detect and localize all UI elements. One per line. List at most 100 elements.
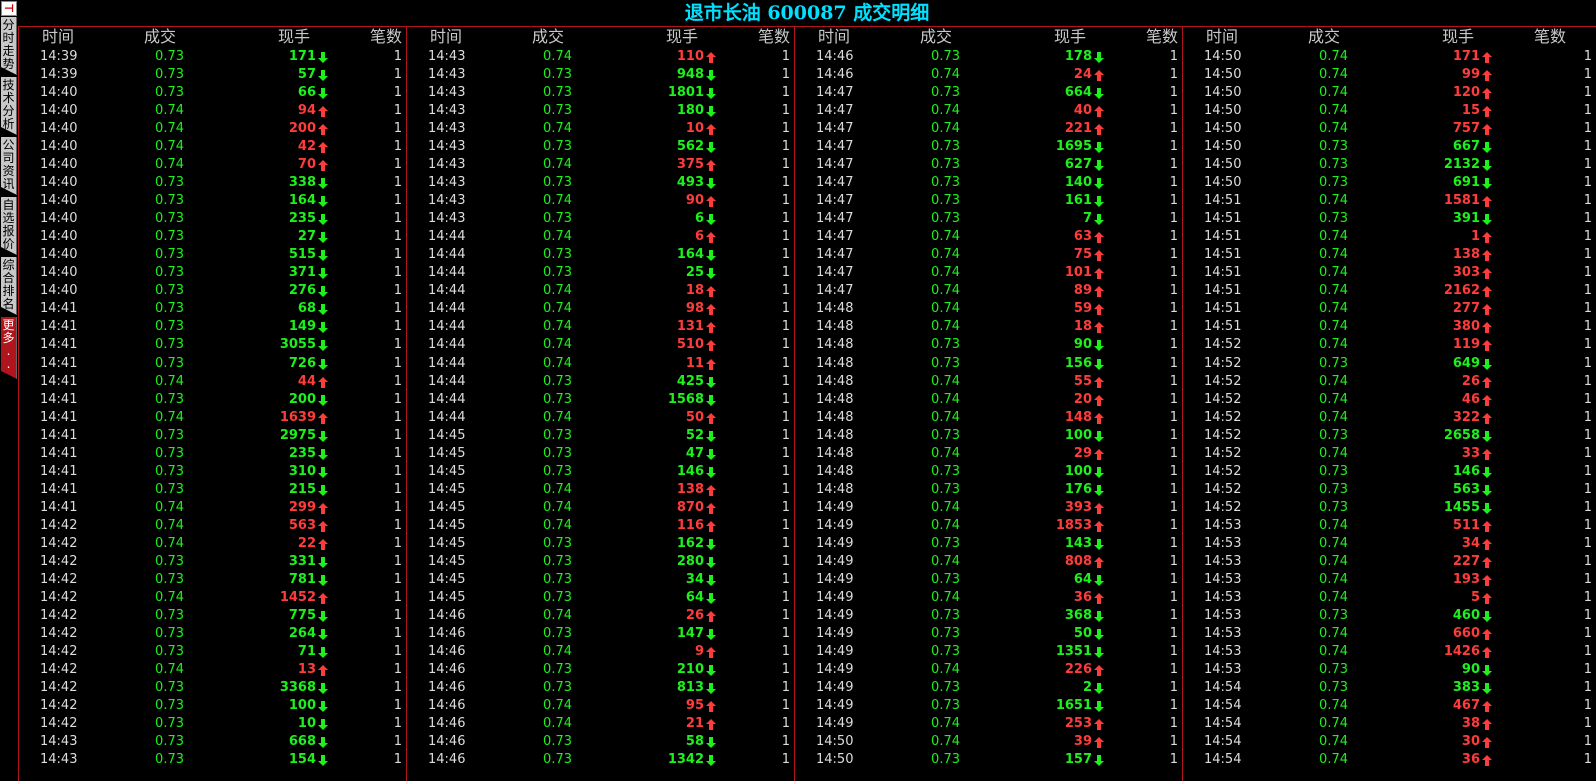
table-row[interactable]: 14:46 0.73 58 1 — [406, 733, 794, 751]
table-row[interactable]: 14:49 0.73 1651 1 — [794, 697, 1182, 715]
table-row[interactable]: 14:43 0.73 154 1 — [18, 751, 406, 769]
table-row[interactable]: 14:42 0.73 331 1 — [18, 553, 406, 571]
tab-technical-analysis[interactable]: 技术分析 — [1, 77, 17, 135]
table-row[interactable]: 14:46 0.73 147 1 — [406, 625, 794, 643]
table-row[interactable]: 14:52 0.74 26 1 — [1182, 373, 1596, 391]
table-row[interactable]: 14:48 0.73 176 1 — [794, 481, 1182, 499]
table-row[interactable]: 14:50 0.73 157 1 — [794, 751, 1182, 769]
table-row[interactable]: 14:48 0.74 55 1 — [794, 373, 1182, 391]
table-row[interactable]: 14:53 0.74 660 1 — [1182, 625, 1596, 643]
table-row[interactable]: 14:44 0.73 164 1 — [406, 246, 794, 264]
table-row[interactable]: 14:40 0.73 371 1 — [18, 264, 406, 282]
table-row[interactable]: 14:41 0.73 2975 1 — [18, 427, 406, 445]
table-row[interactable]: 14:51 0.74 1581 1 — [1182, 192, 1596, 210]
table-row[interactable]: 14:52 0.74 119 1 — [1182, 336, 1596, 354]
table-row[interactable]: 14:49 0.74 36 1 — [794, 589, 1182, 607]
table-row[interactable]: 14:49 0.73 143 1 — [794, 535, 1182, 553]
table-row[interactable]: 14:52 0.73 1455 1 — [1182, 499, 1596, 517]
table-row[interactable]: 14:42 0.74 13 1 — [18, 661, 406, 679]
table-row[interactable]: 14:40 0.74 42 1 — [18, 138, 406, 156]
table-row[interactable]: 14:50 0.73 691 1 — [1182, 174, 1596, 192]
table-row[interactable]: 14:45 0.73 146 1 — [406, 463, 794, 481]
tab-company-info[interactable]: 公司资讯 — [1, 137, 17, 195]
table-row[interactable]: 14:45 0.74 138 1 — [406, 481, 794, 499]
table-row[interactable]: 14:53 0.74 227 1 — [1182, 553, 1596, 571]
table-row[interactable]: 14:51 0.74 380 1 — [1182, 318, 1596, 336]
table-row[interactable]: 14:43 0.73 6 1 — [406, 210, 794, 228]
table-row[interactable]: 14:46 0.74 26 1 — [406, 607, 794, 625]
table-row[interactable]: 14:52 0.73 2658 1 — [1182, 427, 1596, 445]
table-row[interactable]: 14:42 0.73 10 1 — [18, 715, 406, 733]
table-row[interactable]: 14:51 0.74 277 1 — [1182, 300, 1596, 318]
table-row[interactable]: 14:50 0.74 171 1 — [1182, 48, 1596, 66]
table-row[interactable]: 14:42 0.73 264 1 — [18, 625, 406, 643]
table-row[interactable]: 14:42 0.74 22 1 — [18, 535, 406, 553]
table-row[interactable]: 14:47 0.73 1695 1 — [794, 138, 1182, 156]
table-row[interactable]: 14:51 0.74 1 1 — [1182, 228, 1596, 246]
table-row[interactable]: 14:49 0.74 253 1 — [794, 715, 1182, 733]
table-row[interactable]: 14:39 0.73 171 1 — [18, 48, 406, 66]
table-row[interactable]: 14:51 0.74 2162 1 — [1182, 282, 1596, 300]
table-row[interactable]: 14:52 0.74 46 1 — [1182, 391, 1596, 409]
table-row[interactable]: 14:50 0.73 2132 1 — [1182, 156, 1596, 174]
table-row[interactable]: 14:53 0.74 193 1 — [1182, 571, 1596, 589]
tab-ranking[interactable]: 综合排名 — [1, 257, 17, 315]
table-row[interactable]: 14:46 0.74 95 1 — [406, 697, 794, 715]
table-row[interactable]: 14:50 0.74 757 1 — [1182, 120, 1596, 138]
table-row[interactable]: 14:41 0.73 3055 1 — [18, 336, 406, 354]
table-row[interactable]: 14:53 0.74 1426 1 — [1182, 643, 1596, 661]
table-row[interactable]: 14:44 0.74 6 1 — [406, 228, 794, 246]
table-row[interactable]: 14:45 0.73 47 1 — [406, 445, 794, 463]
table-row[interactable]: 14:40 0.73 235 1 — [18, 210, 406, 228]
table-row[interactable]: 14:40 0.73 338 1 — [18, 174, 406, 192]
table-row[interactable]: 14:46 0.74 9 1 — [406, 643, 794, 661]
table-row[interactable]: 14:48 0.74 18 1 — [794, 318, 1182, 336]
table-row[interactable]: 14:45 0.74 870 1 — [406, 499, 794, 517]
table-row[interactable]: 14:45 0.73 162 1 — [406, 535, 794, 553]
table-row[interactable]: 14:44 0.74 131 1 — [406, 318, 794, 336]
table-row[interactable]: 14:48 0.74 29 1 — [794, 445, 1182, 463]
table-row[interactable]: 14:44 0.74 98 1 — [406, 300, 794, 318]
table-row[interactable]: 14:53 0.74 5 1 — [1182, 589, 1596, 607]
table-row[interactable]: 14:48 0.73 100 1 — [794, 463, 1182, 481]
table-row[interactable]: 14:40 0.74 94 1 — [18, 102, 406, 120]
table-row[interactable]: 14:47 0.74 221 1 — [794, 120, 1182, 138]
table-row[interactable]: 14:49 0.73 64 1 — [794, 571, 1182, 589]
table-row[interactable]: 14:49 0.73 50 1 — [794, 625, 1182, 643]
table-row[interactable]: 14:42 0.74 563 1 — [18, 517, 406, 535]
table-row[interactable]: 14:46 0.74 24 1 — [794, 66, 1182, 84]
table-row[interactable]: 14:43 0.74 90 1 — [406, 192, 794, 210]
table-row[interactable]: 14:45 0.73 64 1 — [406, 589, 794, 607]
table-row[interactable]: 14:50 0.74 39 1 — [794, 733, 1182, 751]
table-row[interactable]: 14:41 0.73 726 1 — [18, 355, 406, 373]
table-row[interactable]: 14:50 0.73 667 1 — [1182, 138, 1596, 156]
table-row[interactable]: 14:40 0.73 66 1 — [18, 84, 406, 102]
table-row[interactable]: 14:49 0.74 1853 1 — [794, 517, 1182, 535]
table-row[interactable]: 14:43 0.74 375 1 — [406, 156, 794, 174]
table-row[interactable]: 14:46 0.73 1342 1 — [406, 751, 794, 769]
table-row[interactable]: 14:47 0.73 140 1 — [794, 174, 1182, 192]
table-row[interactable]: 14:40 0.73 27 1 — [18, 228, 406, 246]
table-row[interactable]: 14:52 0.73 146 1 — [1182, 463, 1596, 481]
table-row[interactable]: 14:43 0.74 10 1 — [406, 120, 794, 138]
menu-icon[interactable]: ⊣ — [1, 1, 17, 16]
table-row[interactable]: 14:49 0.74 808 1 — [794, 553, 1182, 571]
table-row[interactable]: 14:54 0.73 383 1 — [1182, 679, 1596, 697]
table-row[interactable]: 14:50 0.74 99 1 — [1182, 66, 1596, 84]
table-row[interactable]: 14:43 0.73 1801 1 — [406, 84, 794, 102]
tab-more[interactable]: 更多... — [1, 317, 17, 379]
table-row[interactable]: 14:48 0.74 59 1 — [794, 300, 1182, 318]
table-row[interactable]: 14:47 0.74 40 1 — [794, 102, 1182, 120]
table-row[interactable]: 14:41 0.74 299 1 — [18, 499, 406, 517]
table-row[interactable]: 14:46 0.73 813 1 — [406, 679, 794, 697]
table-row[interactable]: 14:48 0.73 156 1 — [794, 355, 1182, 373]
table-row[interactable]: 14:52 0.74 33 1 — [1182, 445, 1596, 463]
table-row[interactable]: 14:40 0.73 276 1 — [18, 282, 406, 300]
table-row[interactable]: 14:47 0.74 89 1 — [794, 282, 1182, 300]
table-row[interactable]: 14:48 0.73 100 1 — [794, 427, 1182, 445]
table-row[interactable]: 14:54 0.74 38 1 — [1182, 715, 1596, 733]
table-row[interactable]: 14:53 0.73 90 1 — [1182, 661, 1596, 679]
table-row[interactable]: 14:45 0.73 34 1 — [406, 571, 794, 589]
table-row[interactable]: 14:44 0.73 1568 1 — [406, 391, 794, 409]
table-row[interactable]: 14:52 0.74 322 1 — [1182, 409, 1596, 427]
